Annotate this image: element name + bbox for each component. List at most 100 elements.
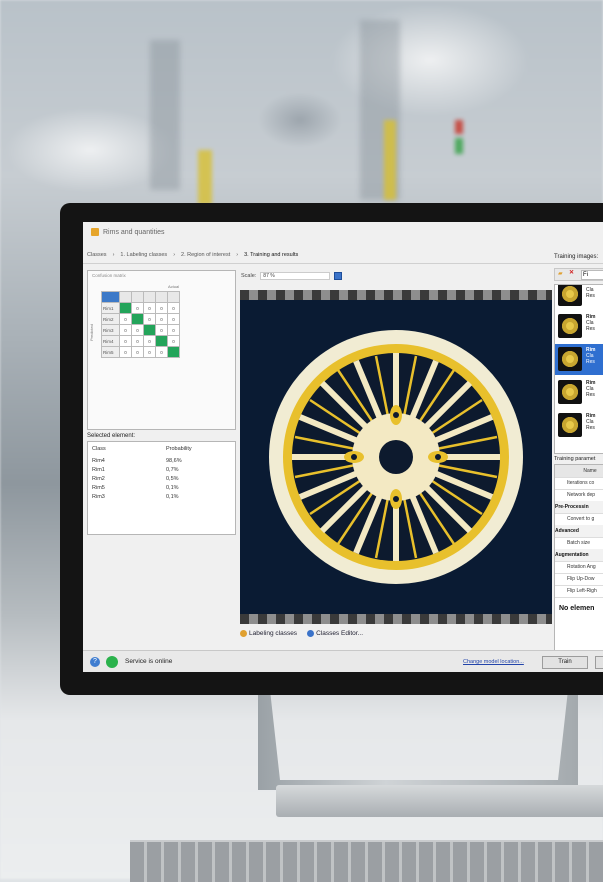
matrix-cell[interactable]: 0 [155,324,168,336]
matrix-cell[interactable]: 0 [131,335,144,347]
training-image-item[interactable]: Rim Cla Res [555,377,603,408]
image-viewer[interactable] [240,290,552,624]
matrix-cell[interactable] [119,302,132,314]
labeling-classes-link[interactable]: Labeling classes [240,630,297,637]
matrix-col-header [167,291,180,303]
monitor-base [276,785,603,817]
film-border-top [240,290,552,300]
param-row[interactable]: Flip Left-Righ [555,585,603,598]
window-title-text: Rims and quantities [103,228,165,236]
matrix-cell[interactable]: 0 [131,324,144,336]
matrix-cell[interactable]: 0 [143,335,156,347]
matrix-cell[interactable]: 0 [167,313,180,325]
film-border-bottom [240,614,552,624]
background-signal-light [455,120,463,134]
change-model-location-link[interactable]: Change model location... [463,659,524,665]
class-cell: Rim3 [92,494,105,500]
help-icon[interactable]: ? [90,657,100,667]
matrix-cell[interactable] [143,324,156,336]
keyboard [130,840,603,882]
matrix-cell[interactable]: 0 [143,302,156,314]
matrix-col-header [155,291,168,303]
matrix-cell[interactable]: 0 [143,346,156,358]
wizard-step[interactable]: 1. Labeling classes [120,252,167,258]
service-status-text: Service is online [125,658,173,665]
matrix-cell[interactable] [131,313,144,325]
class-cell: Rim2 [92,476,105,482]
training-image-item[interactable]: Cla Res [555,285,603,310]
training-images-label: Training images: [554,254,599,260]
item-text: Rim Cla Res [586,413,595,431]
item-result: Res [586,326,595,332]
class-column-header: Class [92,446,106,452]
matrix-cell[interactable]: 0 [167,302,180,314]
training-images-list[interactable]: Cla Res Rim Cla Res Rim Cla Res Rim Cla … [554,284,603,454]
item-result: Res [586,359,595,365]
matrix-cell[interactable]: 0 [119,313,132,325]
class-cell: Rim4 [92,458,105,464]
background-column [150,40,180,190]
matrix-cell[interactable]: 0 [155,346,168,358]
item-text: Rim Cla Res [586,314,595,332]
matrix-col-header [131,291,144,303]
wizard-step[interactable]: Classes [87,252,107,258]
training-image-item[interactable]: Rim Cla Res [555,410,603,441]
matrix-col-header [119,291,132,303]
confusion-matrix: Rim1 0 0 0 0 Rim2 0 0 0 0 Rim3 0 0 0 0 R… [101,291,180,358]
matrix-cell[interactable]: 0 [167,324,180,336]
filter-input[interactable]: Fi [581,270,603,280]
matrix-cell[interactable]: 0 [119,335,132,347]
matrix-cell[interactable] [155,335,168,347]
matrix-panel-label: Confusion matrix [92,273,126,278]
param-name: Flip Up-Dow [567,576,595,582]
training-params-grid: Name Iterations co Network dep Pre-Proce… [554,464,603,651]
scale-dropdown[interactable]: 87 % [260,272,331,280]
section-name: Advanced [555,528,579,534]
item-result: Res [586,425,595,431]
no-elements-text: No elemen [559,605,595,612]
probability-cell: 0,5% [166,476,179,482]
matrix-cell[interactable]: 0 [119,346,132,358]
matrix-actual-label: Actual [168,284,180,289]
matrix-corner-cell[interactable] [101,291,120,303]
secondary-button[interactable] [595,656,603,669]
zoom-fit-icon[interactable] [334,272,343,280]
training-params-label: Training paramet [554,456,596,462]
matrix-cell[interactable]: 0 [119,324,132,336]
matrix-cell[interactable]: 0 [155,313,168,325]
probability-column-header: Probability [166,446,192,452]
matrix-row-header: Rim4 [101,335,120,347]
background-yellow-post [198,150,212,205]
probability-cell: 0,1% [166,494,179,500]
folder-icon[interactable]: ▰ [558,270,563,277]
rim-thumbnail [558,347,582,371]
background-yellow-post [384,120,396,200]
section-name: Pre-Processin [555,504,589,510]
delete-icon[interactable]: ✕ [569,269,574,276]
param-name: Network dep [567,492,596,498]
matrix-row-header: Rim5 [101,346,120,358]
wizard-step[interactable]: 2. Region of interest [181,252,230,258]
arrow-icon: › [236,252,239,258]
class-cell: Rim5 [92,485,105,491]
training-image-item-selected[interactable]: Rim Cla Res [555,344,603,375]
wizard-step-active[interactable]: 3. Training and results [244,252,298,258]
train-button[interactable]: Train [542,656,588,669]
param-name: Flip Left-Righ [567,588,597,594]
arrow-icon: › [112,252,115,258]
arrow-icon: › [173,252,176,258]
classes-editor-link[interactable]: Classes Editor... [307,630,363,637]
training-image-item[interactable]: Rim Cla Res [555,311,603,342]
matrix-cell[interactable]: 0 [131,302,144,314]
matrix-cell[interactable]: 0 [155,302,168,314]
gear-icon [307,630,315,637]
labeling-classes-label: Labeling classes [249,630,298,638]
rim-thumbnail [558,314,582,338]
matrix-cell[interactable]: 0 [131,346,144,358]
rim-image [269,330,523,584]
matrix-cell[interactable] [167,346,180,358]
matrix-cell[interactable]: 0 [167,335,180,347]
item-text: Rim Cla Res [586,380,595,398]
matrix-col-header [143,291,156,303]
matrix-cell[interactable]: 0 [143,313,156,325]
